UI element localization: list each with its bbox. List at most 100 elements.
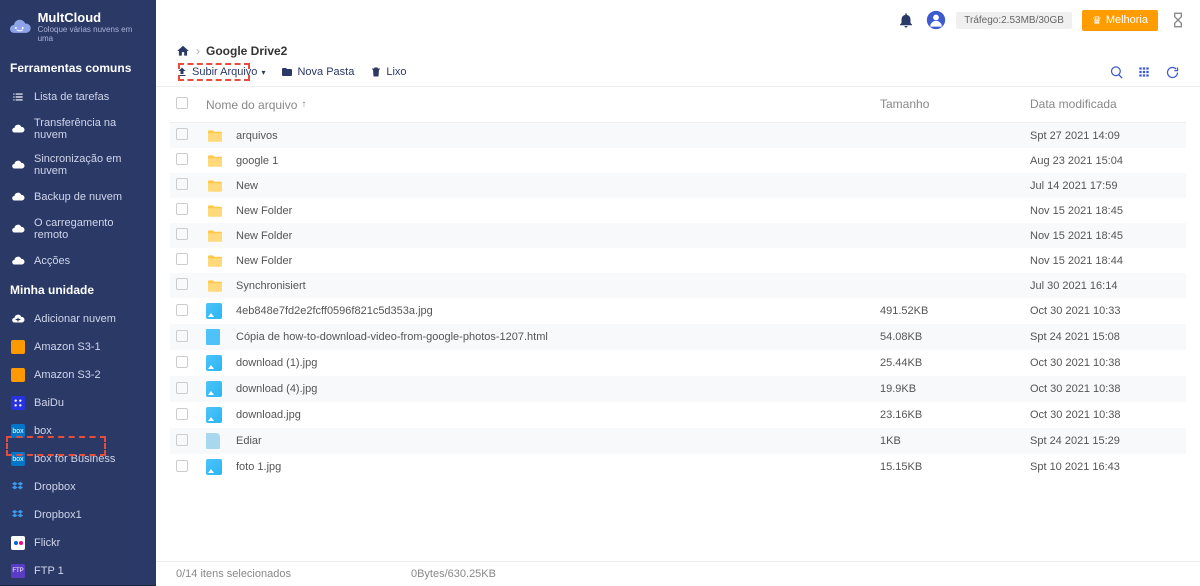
table-row[interactable]: download (4).jpg19.9KBOct 30 2021 10:38 (170, 376, 1186, 402)
sidebar-drive-dropbox[interactable]: Dropbox (0, 473, 156, 501)
file-name: Synchronisiert (236, 280, 880, 292)
table-row[interactable]: foto 1.jpg15.15KBSpt 10 2021 16:43 (170, 454, 1186, 480)
file-size: 15.15KB (880, 461, 1030, 473)
sidebar-drive-amazon-s3-1[interactable]: Amazon S3-1 (0, 333, 156, 361)
selection-status: 0/14 itens selecionados (176, 568, 291, 580)
file-date: Spt 27 2021 14:09 (1030, 130, 1180, 142)
file-name: New (236, 180, 880, 192)
nav-label: Adicionar nuvem (34, 313, 116, 325)
table-row[interactable]: New Folder Nov 15 2021 18:45 (170, 223, 1186, 248)
file-date: Aug 23 2021 15:04 (1030, 155, 1180, 167)
row-checkbox[interactable] (176, 382, 188, 394)
file-name: arquivos (236, 130, 880, 142)
refresh-icon[interactable] (1164, 64, 1180, 80)
file-date: Jul 30 2021 16:14 (1030, 280, 1180, 292)
sidebar-drive-dropbox1[interactable]: Dropbox1 (0, 501, 156, 529)
nav-label: Flickr (34, 537, 60, 549)
file-size: 25.44KB (880, 357, 1030, 369)
row-checkbox[interactable] (176, 434, 188, 446)
file-name: New Folder (236, 230, 880, 242)
crown-icon: ♛ (1092, 14, 1102, 27)
file-size: 54.08KB (880, 331, 1030, 343)
row-checkbox[interactable] (176, 178, 188, 190)
file-date: Jul 14 2021 17:59 (1030, 180, 1180, 192)
row-checkbox[interactable] (176, 460, 188, 472)
column-size-header[interactable]: Tamanho (880, 97, 1030, 112)
select-all-checkbox[interactable] (176, 97, 188, 109)
sidebar-tool-lista-de-tarefas[interactable]: Lista de tarefas (0, 83, 156, 111)
sidebar-drive-flickr[interactable]: Flickr (0, 529, 156, 557)
file-area: Nome do arquivo ↑ Tamanho Data modificad… (156, 87, 1200, 561)
search-icon[interactable] (1108, 64, 1124, 80)
sidebar-tool-acções[interactable]: Acções (0, 247, 156, 275)
sidebar-drive-ftp-1[interactable]: FTPFTP 1 (0, 557, 156, 585)
row-checkbox[interactable] (176, 304, 188, 316)
file-type-icon (206, 129, 236, 143)
row-checkbox[interactable] (176, 278, 188, 290)
nav-label: Backup de nuvem (34, 191, 122, 203)
nav-label: Amazon S3-1 (34, 341, 101, 353)
column-date-header[interactable]: Data modificada (1030, 97, 1180, 112)
table-row[interactable]: arquivos Spt 27 2021 14:09 (170, 123, 1186, 148)
table-row[interactable]: download (1).jpg25.44KBOct 30 2021 10:38 (170, 350, 1186, 376)
row-checkbox[interactable] (176, 203, 188, 215)
file-type-icon (206, 303, 236, 319)
row-checkbox[interactable] (176, 330, 188, 342)
nav-label: Dropbox (34, 481, 76, 493)
table-row[interactable]: Synchronisiert Jul 30 2021 16:14 (170, 273, 1186, 298)
cloud-icon (10, 221, 26, 237)
sidebar-drive-baidu[interactable]: BaiDu (0, 389, 156, 417)
cloud-icon (10, 157, 26, 173)
sidebar-tool-transferência-na-nuvem[interactable]: Transferência na nuvem (0, 111, 156, 147)
file-date: Nov 15 2021 18:45 (1030, 230, 1180, 242)
file-date: Oct 30 2021 10:38 (1030, 357, 1180, 369)
trash-button[interactable]: Lixo (370, 66, 406, 78)
breadcrumb: › Google Drive2 (156, 40, 1200, 62)
table-row[interactable]: google 1Aug 23 2021 15:04 (170, 148, 1186, 173)
sidebar-drive-adicionar-nuvem[interactable]: Adicionar nuvem (0, 305, 156, 333)
file-name: download.jpg (236, 409, 880, 421)
home-icon[interactable] (176, 44, 190, 58)
nav-label: Sincronização em nuvem (34, 153, 146, 177)
sidebar-tool-o-carregamento-remoto[interactable]: O carregamento remoto (0, 211, 156, 247)
sidebar-drive-box-for-business[interactable]: boxbox for Business (0, 445, 156, 473)
table-row[interactable]: New Jul 14 2021 17:59 (170, 173, 1186, 198)
section-tools-header: Ferramentas comuns (0, 53, 156, 83)
sort-arrow-icon: ↑ (301, 99, 306, 110)
sidebar-drive-amazon-s3-2[interactable]: Amazon S3-2 (0, 361, 156, 389)
table-row[interactable]: download.jpg23.16KBOct 30 2021 10:38 (170, 402, 1186, 428)
file-type-icon (206, 381, 236, 397)
sidebar-drive-box[interactable]: boxbox (0, 417, 156, 445)
sidebar-tool-backup-de-nuvem[interactable]: Backup de nuvem (0, 183, 156, 211)
logo: MultCloud Coloque várias nuvens em uma (0, 0, 156, 53)
row-checkbox[interactable] (176, 228, 188, 240)
upload-button[interactable]: Subir Arquivo ▾ (176, 66, 265, 78)
table-row[interactable]: New FolderNov 15 2021 18:45 (170, 198, 1186, 223)
file-date: Oct 30 2021 10:38 (1030, 409, 1180, 421)
table-row[interactable]: New FolderNov 15 2021 18:44 (170, 248, 1186, 273)
new-folder-button[interactable]: Nova Pasta (281, 66, 354, 78)
row-checkbox[interactable] (176, 408, 188, 420)
cloud-icon (10, 253, 26, 269)
row-checkbox[interactable] (176, 153, 188, 165)
hourglass-icon[interactable] (1168, 10, 1188, 30)
table-row[interactable]: 4eb848e7fd2e2fcff0596f821c5d353a.jpg491.… (170, 298, 1186, 324)
nav-label: BaiDu (34, 397, 64, 409)
grid-view-icon[interactable] (1136, 64, 1152, 80)
column-name-header[interactable]: Nome do arquivo ↑ (206, 97, 880, 112)
file-type-icon (206, 179, 236, 193)
file-date: Spt 24 2021 15:29 (1030, 435, 1180, 447)
flickr-icon (10, 535, 26, 551)
sidebar-tool-sincronização-em-nuvem[interactable]: Sincronização em nuvem (0, 147, 156, 183)
table-row[interactable]: Cópia de how-to-download-video-from-goog… (170, 324, 1186, 350)
row-checkbox[interactable] (176, 253, 188, 265)
bell-icon[interactable] (896, 10, 916, 30)
file-type-icon (206, 459, 236, 475)
breadcrumb-current[interactable]: Google Drive2 (206, 44, 287, 58)
row-checkbox[interactable] (176, 128, 188, 140)
dropbox-icon (10, 507, 26, 523)
row-checkbox[interactable] (176, 356, 188, 368)
upgrade-button[interactable]: ♛ Melhoria (1082, 10, 1158, 31)
user-icon[interactable] (926, 10, 946, 30)
table-row[interactable]: Ediar1KBSpt 24 2021 15:29 (170, 428, 1186, 454)
